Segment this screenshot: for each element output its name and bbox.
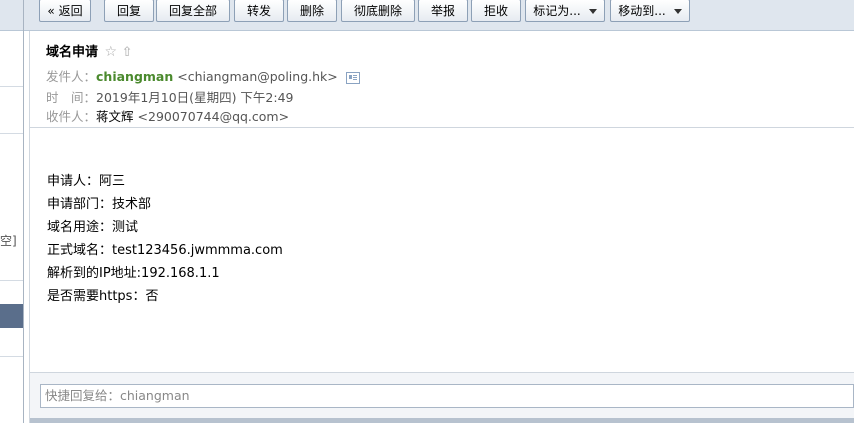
move-to-dropdown[interactable]: 移动到...	[610, 0, 690, 22]
left-divider	[0, 86, 23, 87]
mark-as-label: 标记为...	[533, 4, 581, 18]
body-line: 申请人：阿三	[47, 174, 126, 189]
left-toolbar-edge	[0, 0, 23, 31]
expand-header-icon[interactable]: ⇧	[122, 45, 133, 60]
delete-button[interactable]: 删除	[287, 0, 337, 22]
body-line: 正式域名：test123456.jwmmma.com	[47, 243, 283, 258]
left-divider	[0, 356, 23, 357]
recipient-address[interactable]: <290070744@qq.com>	[138, 109, 290, 124]
forward-button[interactable]: 转发	[234, 0, 284, 22]
left-panel-edge: 空]	[0, 0, 23, 423]
delete-permanent-button[interactable]: 彻底删除	[341, 0, 415, 22]
bottom-scroll-edge	[30, 418, 854, 423]
contact-card-icon[interactable]	[345, 71, 360, 84]
sender-name[interactable]: chiangman	[96, 69, 173, 84]
time-row: 时 间：2019年1月10日(星期四) 下午2:49	[46, 87, 293, 106]
body-line: 是否需要https：否	[47, 289, 159, 304]
header-divider	[30, 127, 854, 128]
sender-address[interactable]: <chiangman@poling.hk>	[177, 69, 338, 84]
from-row: 发件人：chiangman <chiangman@poling.hk>	[46, 66, 360, 85]
content-border	[29, 30, 30, 423]
chevron-down-icon	[588, 9, 597, 14]
mark-as-dropdown[interactable]: 标记为...	[525, 0, 605, 22]
from-label: 发件人：	[46, 69, 97, 84]
body-line: 域名用途：测试	[47, 220, 139, 235]
left-partial-label[interactable]: 空]	[0, 232, 17, 249]
to-label: 收件人：	[46, 109, 97, 124]
recipient-name[interactable]: 蒋文辉	[96, 109, 134, 124]
report-button[interactable]: 举报	[418, 0, 468, 22]
quick-reply-input[interactable]: 快捷回复给：chiangman	[40, 384, 854, 408]
reply-all-button[interactable]: 回复全部	[156, 0, 230, 22]
reject-button[interactable]: 拒收	[471, 0, 521, 22]
star-icon[interactable]: ☆	[105, 44, 118, 60]
panel-separator	[23, 0, 24, 423]
subject-text: 域名申请	[46, 45, 99, 60]
chevron-down-icon	[673, 9, 682, 14]
body-line: 解析到的IP地址:192.168.1.1	[47, 266, 220, 281]
left-selected-item[interactable]	[0, 304, 23, 328]
back-button[interactable]: « 返回	[39, 0, 91, 22]
reply-button[interactable]: 回复	[104, 0, 154, 22]
body-line: 申请部门：技术部	[47, 197, 152, 212]
left-divider	[0, 133, 23, 134]
to-row: 收件人：蒋文辉 <290070744@qq.com>	[46, 106, 289, 125]
time-value: 2019年1月10日(星期四) 下午2:49	[96, 90, 294, 105]
email-subject: 域名申请 ☆ ⇧	[46, 41, 133, 60]
time-label: 时 间：	[46, 90, 97, 105]
left-divider	[0, 280, 23, 281]
mail-toolbar: « 返回 回复 回复全部 转发 删除 彻底删除 举报 拒收 标记为... 移动到…	[24, 0, 854, 31]
move-to-label: 移动到...	[618, 4, 666, 18]
